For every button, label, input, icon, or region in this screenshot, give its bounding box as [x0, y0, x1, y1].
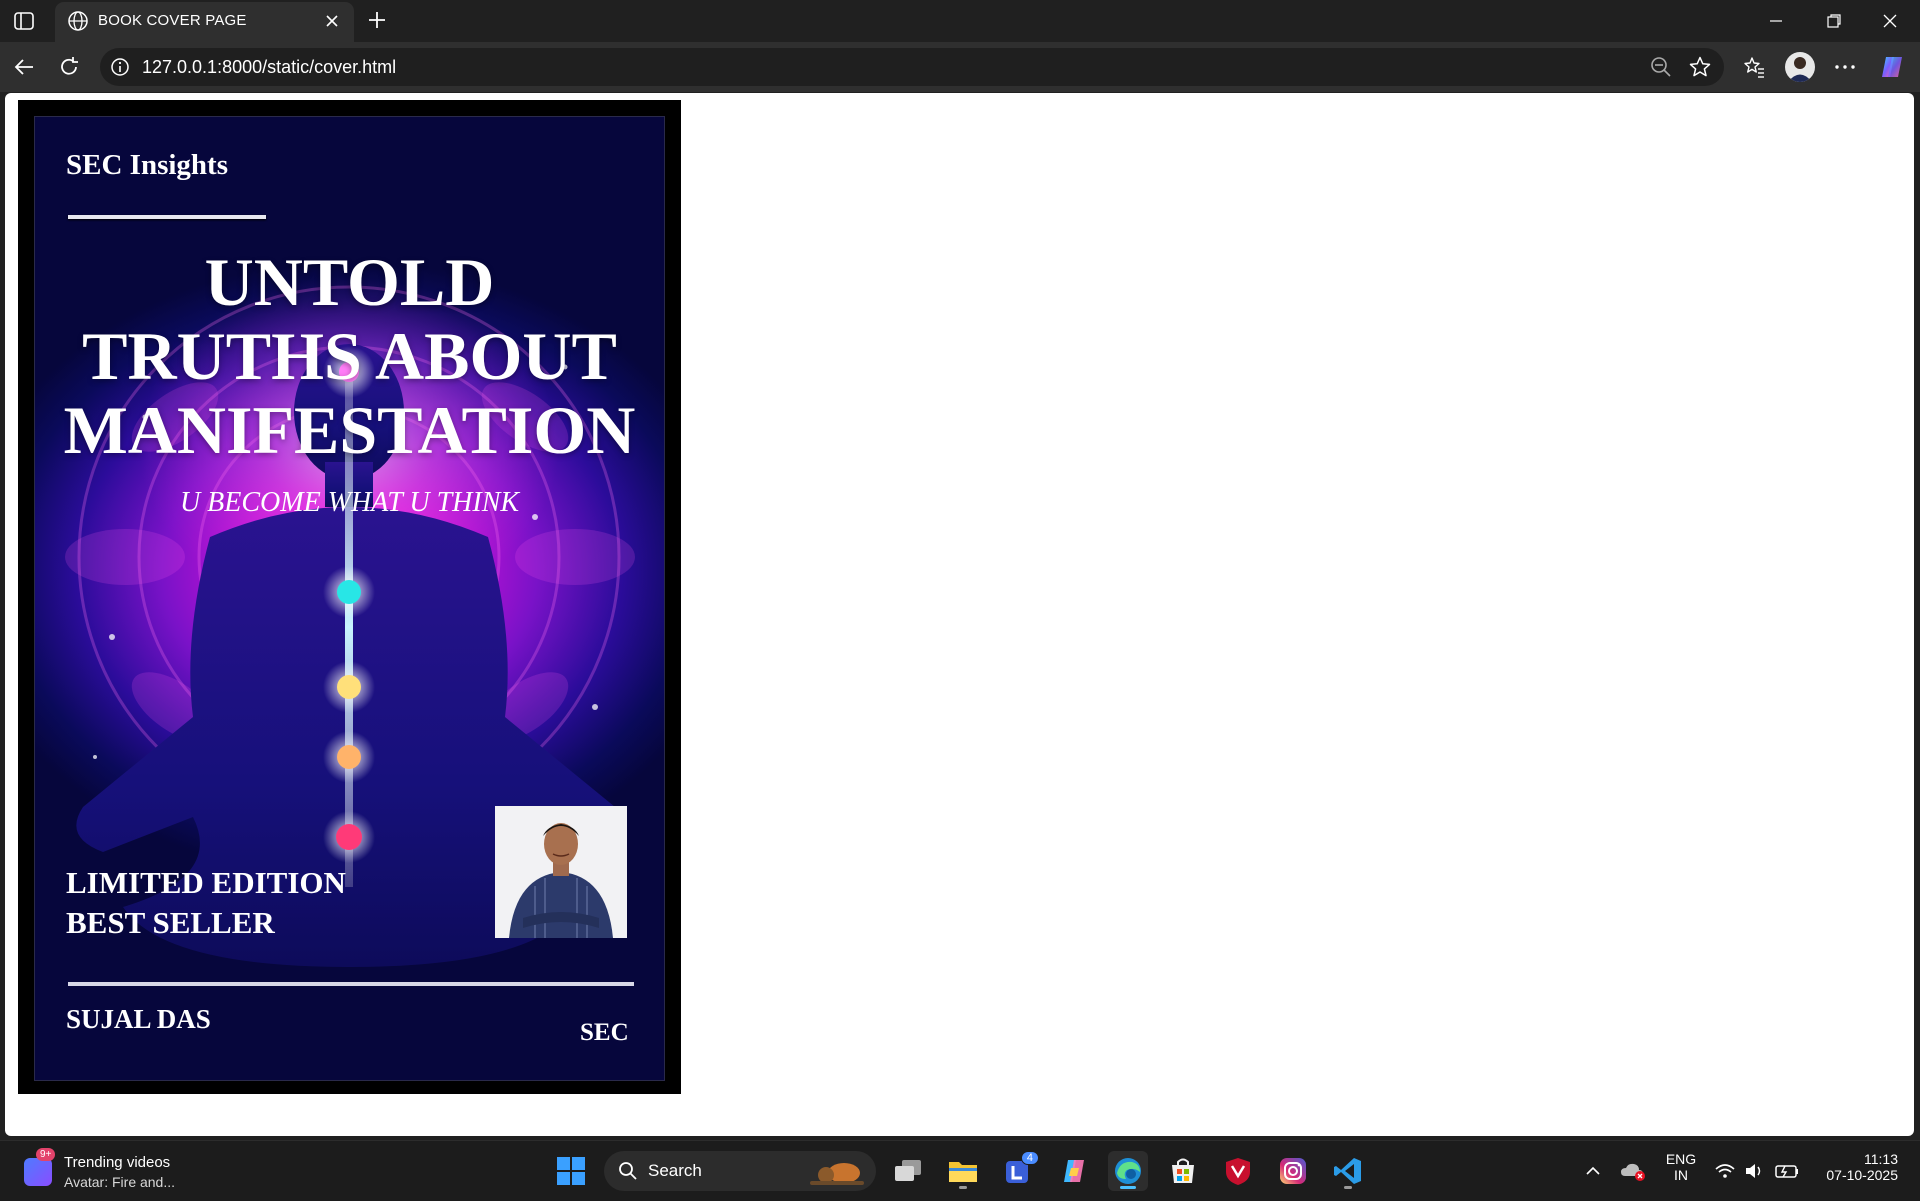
- teams-icon[interactable]: 4: [999, 1151, 1039, 1191]
- edition-label: LIMITED EDITION BEST SELLER: [66, 863, 346, 943]
- copilot-app-icon[interactable]: [1054, 1151, 1094, 1191]
- copilot-icon[interactable]: [1876, 51, 1908, 83]
- taskbar-search[interactable]: Search: [604, 1151, 876, 1191]
- widget-subtitle: Avatar: Fire and...: [64, 1174, 176, 1190]
- publisher-brand: SEC Insights: [66, 149, 228, 181]
- title-line: MANIFESTATION: [63, 392, 636, 468]
- search-icon: [619, 1162, 637, 1180]
- language-code: ENG: [1665, 1151, 1697, 1167]
- widgets-badge: 9+: [36, 1148, 56, 1161]
- region-code: IN: [1674, 1167, 1688, 1183]
- book-cover-frame: SEC Insights UNTOLD TRUTHS ABOUT MANIFES…: [18, 100, 681, 1094]
- author-name: SUJAL DAS: [66, 1004, 211, 1034]
- top-divider: [68, 215, 266, 219]
- microsoft-store-icon[interactable]: [1163, 1151, 1203, 1191]
- book-title: UNTOLD TRUTHS ABOUT MANIFESTATION: [35, 245, 664, 467]
- site-info-icon[interactable]: [110, 57, 130, 77]
- vscode-icon[interactable]: [1328, 1151, 1368, 1191]
- publisher-mark: SEC: [580, 1019, 629, 1046]
- running-indicator: [959, 1186, 967, 1189]
- input-language[interactable]: ENG IN: [1660, 1151, 1702, 1183]
- favorite-star-icon[interactable]: [1688, 55, 1712, 79]
- clock-date: 07-10-2025: [1826, 1167, 1898, 1183]
- search-label: Search: [648, 1161, 702, 1180]
- globe-icon: [68, 11, 88, 31]
- quick-settings[interactable]: [1710, 1151, 1810, 1191]
- volume-icon: [1746, 1164, 1761, 1178]
- clock-time: 11:13: [1864, 1151, 1898, 1167]
- start-icon[interactable]: [551, 1151, 591, 1191]
- tab-actions-icon[interactable]: [10, 8, 38, 34]
- new-tab-icon[interactable]: [363, 6, 391, 34]
- refresh-icon[interactable]: [53, 51, 85, 83]
- minimize-icon[interactable]: [1750, 4, 1802, 38]
- instagram-icon[interactable]: [1273, 1151, 1313, 1191]
- windows-taskbar: 9+ Trending videos Avatar: Fire and... S…: [0, 1140, 1920, 1201]
- url-text[interactable]: 127.0.0.1:8000/static/cover.html: [142, 57, 396, 78]
- edition-line: LIMITED EDITION: [66, 865, 346, 900]
- battery-icon: [1775, 1165, 1798, 1178]
- browser-toolbar: 127.0.0.1:8000/static/cover.html: [0, 42, 1920, 92]
- widgets-icon: [24, 1158, 52, 1186]
- widget-title: Trending videos: [64, 1154, 171, 1171]
- teams-badge: 4: [1020, 1151, 1039, 1165]
- onedrive-error-icon[interactable]: [1613, 1151, 1653, 1191]
- wifi-icon: [1715, 1164, 1735, 1178]
- more-options-icon[interactable]: [1829, 51, 1861, 83]
- zoom-out-icon[interactable]: [1650, 56, 1672, 78]
- active-indicator: [1120, 1186, 1136, 1189]
- page-viewport: SEC Insights UNTOLD TRUTHS ABOUT MANIFES…: [5, 93, 1914, 1136]
- tab-title: BOOK COVER PAGE: [98, 12, 247, 29]
- back-icon[interactable]: [8, 51, 40, 83]
- mcafee-icon[interactable]: [1218, 1151, 1258, 1191]
- close-tab-icon[interactable]: [322, 11, 342, 31]
- running-indicator: [1344, 1186, 1352, 1189]
- clock[interactable]: 11:13 07-10-2025: [1806, 1151, 1906, 1183]
- bottom-divider: [68, 982, 634, 986]
- show-hidden-icons-chevron-icon[interactable]: [1573, 1151, 1613, 1191]
- edge-browser-icon[interactable]: [1108, 1151, 1148, 1191]
- address-bar[interactable]: 127.0.0.1:8000/static/cover.html: [100, 48, 1724, 86]
- favorites-icon[interactable]: [1738, 51, 1770, 83]
- restore-icon[interactable]: [1808, 4, 1860, 38]
- task-view-icon[interactable]: [888, 1151, 928, 1191]
- search-highlight-icon: [810, 1163, 864, 1185]
- browser-titlebar: BOOK COVER PAGE: [0, 0, 1920, 42]
- book-subtitle: U BECOME WHAT U THINK: [179, 487, 520, 518]
- title-line: TRUTHS ABOUT: [82, 318, 617, 394]
- title-line: UNTOLD: [204, 244, 495, 320]
- profile-avatar[interactable]: [1785, 52, 1815, 82]
- book-cover: SEC Insights UNTOLD TRUTHS ABOUT MANIFES…: [34, 116, 665, 1081]
- edition-line: BEST SELLER: [66, 905, 275, 940]
- author-photo: [495, 806, 627, 938]
- widgets-button[interactable]: 9+ Trending videos Avatar: Fire and...: [24, 1148, 204, 1194]
- file-explorer-icon[interactable]: [943, 1151, 983, 1191]
- close-window-icon[interactable]: [1864, 4, 1916, 38]
- tab-book-cover-page[interactable]: BOOK COVER PAGE: [55, 2, 354, 42]
